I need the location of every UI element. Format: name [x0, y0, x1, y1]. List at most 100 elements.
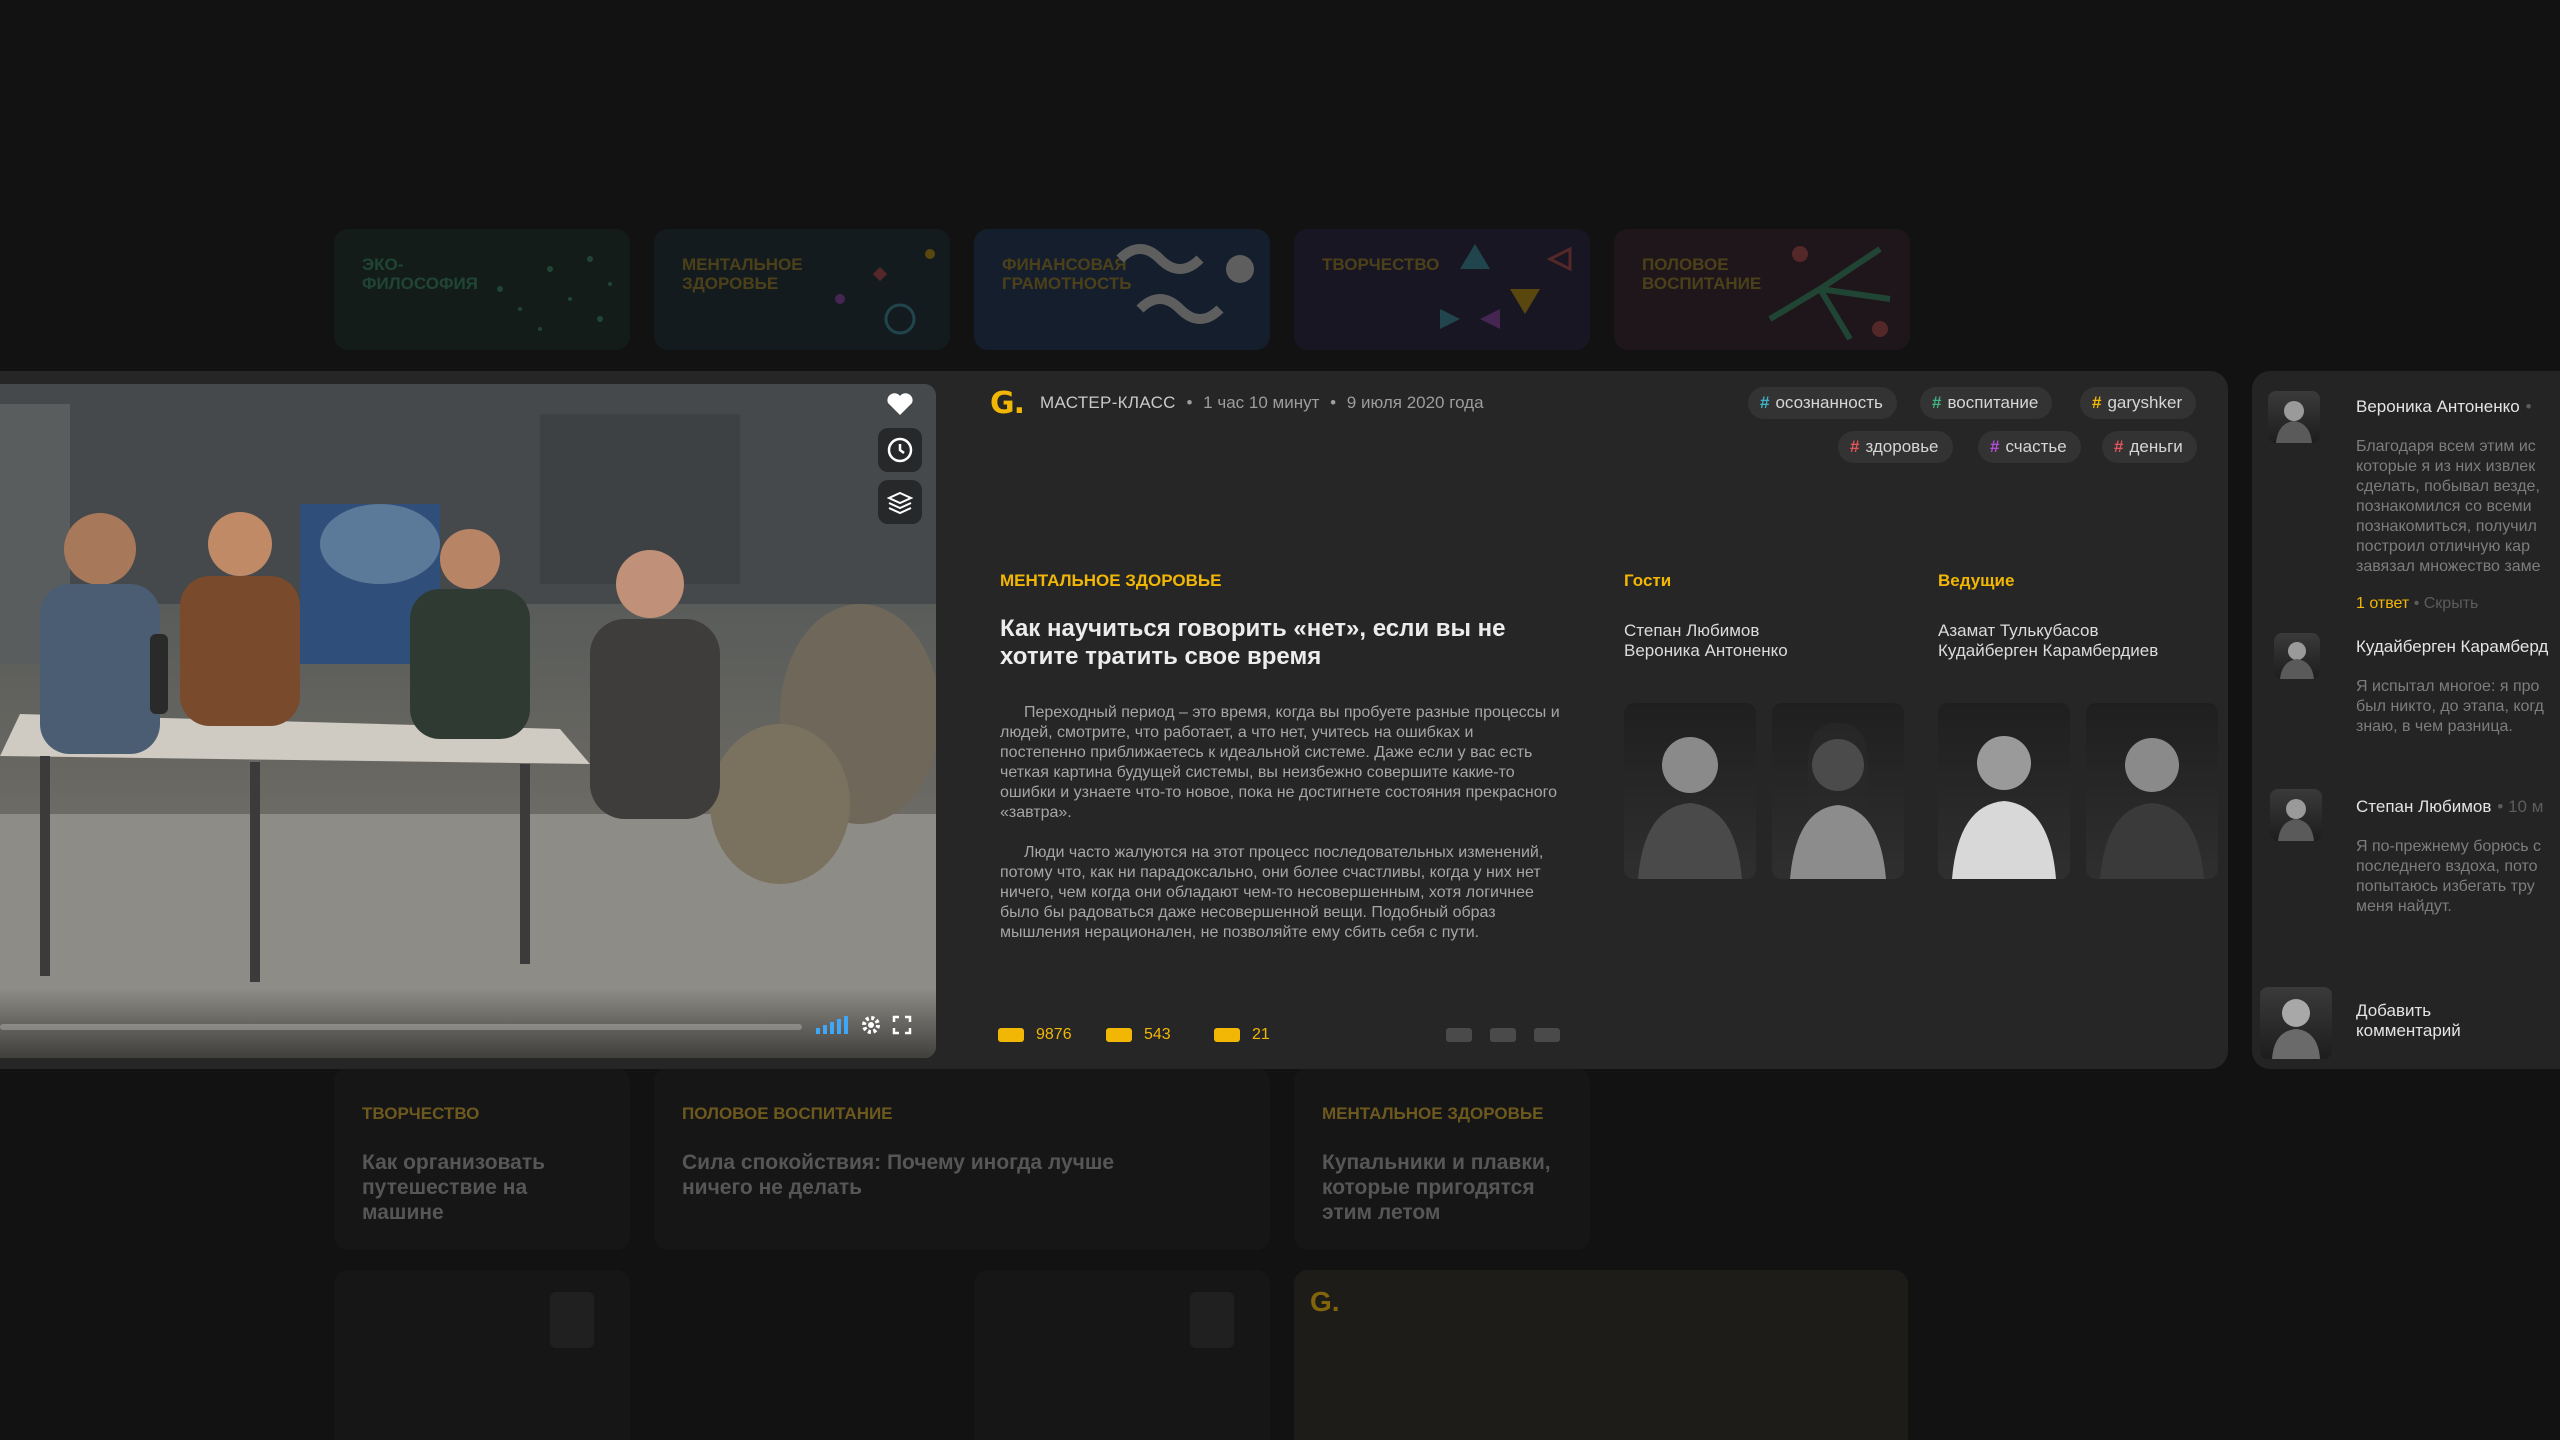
person-portrait [1952, 736, 2056, 879]
likes-icon [1106, 1028, 1132, 1042]
tag[interactable]: # осознанность [1748, 387, 1897, 419]
stat-comments[interactable]: 21 [1214, 1026, 1270, 1044]
comment-text: Я по-прежнему борюсь с последнего вздоха… [2356, 838, 2541, 915]
comment-author[interactable]: Степан Любимов • 10 м [2356, 797, 2543, 817]
bg-article-title: Купальники и плавки, которые пригодятся … [1322, 1151, 1551, 1224]
tag-label: воспитание [1947, 393, 2039, 412]
views-icon [998, 1028, 1024, 1042]
bg-article-title: Сила спокойствия: Почему иногда лучше ни… [682, 1151, 1115, 1199]
gear-icon[interactable] [860, 1014, 882, 1036]
article-title: Как научиться говорить «нет», если вы не… [1000, 615, 1506, 670]
hosts-label: Ведущие [1938, 571, 2015, 590]
tag[interactable]: # garyshker [2080, 387, 2197, 419]
comments-panel: Вероника Антоненко • Благодаря всем этим … [2252, 371, 2560, 1069]
category-card-sex-ed[interactable]: ПОЛОВОЕ ВОСПИТАНИЕ [1614, 229, 1910, 350]
person-portrait [2100, 738, 2204, 879]
guest-name[interactable]: Степан Любимов [1624, 621, 1788, 641]
current-user-avatar [2260, 987, 2332, 1059]
bg-card-bottom[interactable]: G. [1294, 1270, 1908, 1440]
article-paragraph: Переходный период – это время, когда вы … [1000, 704, 1560, 821]
bg-article-category: ПОЛОВОЕ ВОСПИТАНИЕ [682, 1104, 893, 1123]
avatar[interactable] [2274, 633, 2320, 679]
guest-name[interactable]: Вероника Антоненко [1624, 641, 1788, 661]
host-photo[interactable] [2086, 703, 2218, 879]
bg-article-card[interactable]: ПОЛОВОЕ ВОСПИТАНИЕ Сила спокойствия: Поч… [654, 1068, 1270, 1250]
video-frame [0, 384, 936, 1058]
comment-replies[interactable]: 1 ответ • Скрыть [2356, 595, 2478, 613]
host-photo[interactable] [1938, 703, 2070, 879]
triangles-pattern-icon [1440, 244, 1572, 329]
video-controls [0, 988, 936, 1058]
article-body: Переходный период – это время, когда вы … [1000, 703, 1560, 963]
meta-separator: • [1330, 393, 1337, 412]
playlist-button[interactable] [878, 480, 922, 524]
category-card-eco[interactable]: ЭКО-ФИЛОСОФИЯ [334, 229, 630, 350]
meta-separator: • [1186, 393, 1193, 412]
comments-icon [1214, 1028, 1240, 1042]
category-card-finance[interactable]: ФИНАНСОВАЯ ГРАМОТНОСТЬ [974, 229, 1270, 350]
host-name[interactable]: Азамат Тулькубасов [1938, 621, 2158, 641]
host-name[interactable]: Кудайберген Карамбердиев [1938, 641, 2158, 661]
bg-card-bottom[interactable] [334, 1270, 630, 1440]
brand-logo[interactable]: G. [990, 386, 1025, 421]
tag-label: деньги [2129, 437, 2183, 456]
article-meta: МАСТЕР-КЛАСС • 1 час 10 минут • 9 июля 2… [1040, 393, 1484, 413]
watch-later-button[interactable] [878, 428, 922, 472]
stat-views: 9876 [998, 1026, 1072, 1044]
share-button[interactable] [1534, 1028, 1560, 1042]
logo: G. [1310, 1286, 1340, 1317]
avatar[interactable] [2270, 789, 2322, 841]
bg-article-title: Как организовать путешествие на машине [362, 1151, 546, 1224]
category-card-mental[interactable]: МЕНТАЛЬНОЕ ЗДОРОВЬЕ [654, 229, 950, 350]
tag-label: garyshker [2107, 393, 2183, 412]
tag[interactable]: # счастье [1978, 431, 2081, 463]
video-player[interactable] [0, 384, 936, 1058]
comment-author[interactable]: Кудайберген Карамберд [2356, 637, 2548, 657]
guest-photo[interactable] [1772, 703, 1904, 879]
fullscreen-icon[interactable] [892, 1015, 912, 1035]
add-comment-button[interactable]: Добавить комментарий [2356, 1001, 2476, 1041]
bg-card-bottom[interactable] [974, 1270, 1270, 1440]
bg-article-category: МЕНТАЛЬНОЕ ЗДОРОВЬЕ [1322, 1104, 1544, 1123]
video-progress-bar[interactable] [0, 1024, 802, 1030]
comment-author[interactable]: Вероника Антоненко • [2356, 397, 2532, 417]
favorite-button[interactable] [878, 384, 922, 426]
tag[interactable]: # деньги [2102, 431, 2197, 463]
article-paragraph: Люди часто жалуются на этот процесс посл… [1000, 844, 1544, 941]
comment-text: Благодаря всем этим ис которые я из них … [2356, 438, 2541, 575]
hosts-names: Азамат Тулькубасов Кудайберген Карамберд… [1938, 621, 2158, 661]
signal-icon[interactable] [816, 1016, 848, 1034]
waves-pattern-icon [1116, 244, 1254, 324]
avatar[interactable] [2268, 391, 2320, 443]
stat-likes[interactable]: 543 [1106, 1026, 1171, 1044]
share-button[interactable] [1490, 1028, 1516, 1042]
guest-photo[interactable] [1624, 703, 1756, 879]
duration: 1 час 10 минут [1203, 393, 1320, 412]
comment-text: Я испытал многое: я про был никто, до эт… [2356, 678, 2544, 735]
tag-label: здоровье [1865, 437, 1939, 456]
article-category[interactable]: МЕНТАЛЬНОЕ ЗДОРОВЬЕ [1000, 571, 1221, 591]
guests-label: Гости [1624, 571, 1672, 590]
category-card-creativity[interactable]: ТВОРЧЕСТВО [1294, 229, 1590, 350]
hide-replies-link[interactable]: • Скрыть [2414, 595, 2479, 612]
bg-article-card[interactable]: МЕНТАЛЬНОЕ ЗДОРОВЬЕ Купальники и плавки,… [1294, 1068, 1590, 1250]
floral-pattern-icon [1768, 246, 1891, 341]
content-type: МАСТЕР-КЛАСС [1040, 393, 1176, 412]
layers-icon [886, 491, 914, 515]
bg-article-card[interactable]: ТВОРЧЕСТВО Как организовать путешествие … [334, 1068, 630, 1250]
bg-article-category: ТВОРЧЕСТВО [362, 1104, 480, 1123]
tag-label: осознанность [1775, 393, 1883, 412]
stat-value: 543 [1144, 1026, 1171, 1043]
person-portrait [1638, 737, 1742, 879]
tag[interactable]: # воспитание [1920, 387, 2053, 419]
share-button[interactable] [1446, 1028, 1472, 1042]
clock-icon [887, 437, 913, 463]
heart-icon [887, 393, 913, 415]
shapes-pattern-icon [835, 249, 935, 335]
tag[interactable]: # здоровье [1838, 431, 1953, 463]
publish-date: 9 июля 2020 года [1346, 393, 1484, 412]
avatar [550, 1292, 594, 1348]
guests-names: Степан Любимов Вероника Антоненко [1624, 621, 1788, 661]
person-portrait [1790, 723, 1886, 879]
stat-value: 9876 [1036, 1026, 1072, 1043]
